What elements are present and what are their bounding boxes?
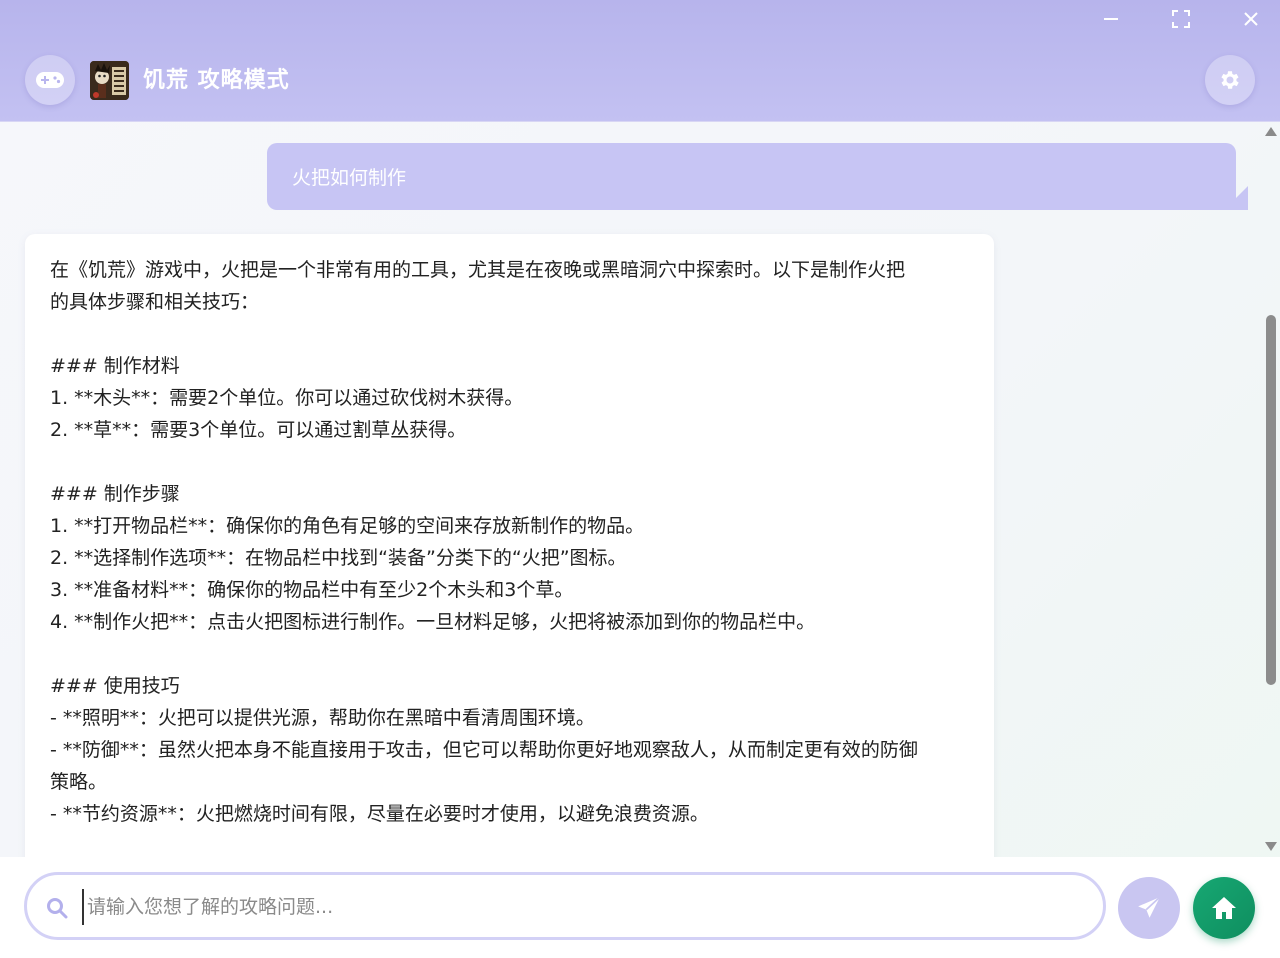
home-button[interactable]	[1193, 877, 1255, 939]
bot-message-line: 的具体步骤和相关技巧：	[50, 291, 260, 313]
bot-message-line: 2. **草**：需要3个单位。可以通过割草丛获得。	[50, 419, 467, 441]
game-select-button[interactable]	[25, 55, 75, 105]
bot-message-line	[50, 318, 969, 350]
page-title: 饥荒 攻略模式	[143, 68, 290, 93]
bot-message-line: ### 制作步骤	[50, 483, 180, 505]
bot-message-line: ### 使用技巧	[50, 675, 180, 697]
minimize-button[interactable]	[1098, 8, 1124, 30]
send-button[interactable]	[1118, 877, 1180, 939]
search-box[interactable]	[24, 872, 1106, 940]
fullscreen-icon	[1172, 10, 1190, 28]
scroll-thumb[interactable]	[1266, 315, 1276, 685]
bot-message-line: - **节约资源**：火把燃烧时间有限，尽量在必要时才使用，以避免浪费资源。	[50, 803, 709, 825]
bot-message-line: 策略。	[50, 771, 108, 793]
scroll-down-arrow[interactable]	[1265, 842, 1277, 851]
bot-message-line: 1. **打开物品栏**：确保你的角色有足够的空间来存放新制作的物品。	[50, 515, 645, 537]
bot-message-bubble: 在《饥荒》游戏中，火把是一个非常有用的工具，尤其是在夜晚或黑暗洞穴中探索时。以下…	[25, 234, 994, 857]
chat-scrollbar[interactable]	[1262, 121, 1280, 857]
bot-message-line: 在《饥荒》游戏中，火把是一个非常有用的工具，尤其是在夜晚或黑暗洞穴中探索时。以下…	[50, 259, 906, 281]
game-logo-art	[90, 61, 129, 100]
gear-icon	[1221, 71, 1239, 89]
home-icon	[1212, 897, 1236, 919]
settings-button[interactable]	[1205, 55, 1255, 105]
gamepad-icon	[36, 72, 64, 88]
bot-message-line: - **防御**：虽然火把本身不能直接用于攻击，但它可以帮助你更好地观察敌人，从…	[50, 739, 918, 761]
bubble-tail	[1224, 186, 1248, 210]
user-message-text: 火把如何制作	[292, 167, 407, 189]
bot-message-line: ### 制作材料	[50, 355, 180, 377]
close-icon	[1244, 12, 1258, 26]
bot-message-line: 1. **木头**：需要2个单位。你可以通过砍伐树木获得。	[50, 387, 524, 409]
bot-message-line: 2. **选择制作选项**：在物品栏中找到“装备”分类下的“火把”图标。	[50, 547, 627, 569]
scroll-up-arrow[interactable]	[1265, 127, 1277, 136]
game-logo	[90, 61, 129, 100]
search-icon	[47, 898, 68, 919]
app-window: 饥荒 攻略模式 火把如何制作 在《饥荒》游戏中，火把是一个非常有用的工具，尤其是…	[0, 0, 1280, 958]
user-message-bubble: 火把如何制作	[267, 143, 1248, 210]
chat-area: 火把如何制作 在《饥荒》游戏中，火把是一个非常有用的工具，尤其是在夜晚或黑暗洞穴…	[0, 121, 1262, 857]
fullscreen-button[interactable]	[1168, 8, 1194, 30]
search-input[interactable]	[82, 889, 1089, 925]
bot-message-line	[50, 638, 969, 670]
input-bar	[0, 857, 1280, 958]
bot-message-line	[50, 446, 969, 478]
send-icon	[1138, 896, 1161, 918]
bot-message-line: - **照明**：火把可以提供光源，帮助你在黑暗中看清周围环境。	[50, 707, 595, 729]
bot-message-line: 3. **准备材料**：确保你的物品栏中有至少2个木头和3个草。	[50, 579, 574, 601]
bot-message-line: 4. **制作火把**：点击火把图标进行制作。一旦材料足够，火把将被添加到你的物…	[50, 611, 816, 633]
bot-message-line	[50, 830, 969, 857]
close-button[interactable]	[1238, 8, 1264, 30]
minimize-icon	[1104, 18, 1118, 20]
app-header: 饥荒 攻略模式	[0, 0, 1280, 122]
